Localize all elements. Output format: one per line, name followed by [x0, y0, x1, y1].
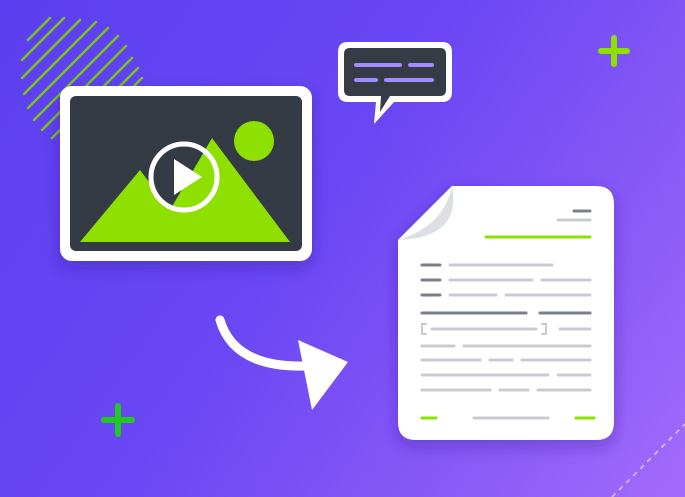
- plus-icon: [598, 35, 630, 67]
- chat-bubble-icon: [338, 42, 452, 124]
- sun-icon: [234, 121, 274, 161]
- plus-icon: [101, 403, 135, 437]
- arrow-icon: [215, 315, 348, 410]
- dashed-line-decoration: [611, 423, 685, 497]
- illustration-canvas: [0, 0, 685, 497]
